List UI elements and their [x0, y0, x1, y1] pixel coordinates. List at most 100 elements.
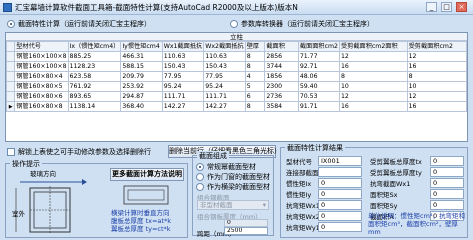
column-header[interactable]: 受剪截面积cm2面积: [338, 41, 408, 52]
unlock-table-checkbox[interactable]: 解锁上表使之可手动修改参数及选择删除行: [7, 147, 151, 157]
column-header[interactable]: Ix（惯性矩cm4）: [67, 41, 122, 52]
table-cell[interactable]: 71.77: [297, 51, 340, 62]
table-cell[interactable]: 91.71: [297, 101, 340, 112]
table-cell[interactable]: 110.63: [203, 51, 246, 62]
table-cell[interactable]: 92.71: [297, 61, 340, 72]
steel-section-select[interactable]: 非型材截面 ▾: [197, 200, 269, 210]
table-row[interactable]: 钢管160×100×8 885.25 466.31 110.63 110.63 8 2856…: [6, 51, 467, 62]
table-cell[interactable]: 761.92: [67, 81, 122, 92]
table-cell[interactable]: 钢管160×80×5: [14, 81, 69, 92]
table-cell[interactable]: 钢管160×100×8: [14, 51, 69, 62]
table-cell[interactable]: 钢管160×80×6: [14, 91, 69, 102]
table-row[interactable]: 钢管160×80×6 893.65 294.87 111.71 111.71 6 2736 7…: [6, 91, 467, 102]
table-cell[interactable]: 142.27: [161, 101, 205, 112]
result-value-field[interactable]: 0: [318, 211, 362, 221]
result-value-field[interactable]: 0: [318, 200, 362, 210]
table-cell[interactable]: 111.71: [161, 91, 205, 102]
table-cell[interactable]: 16: [406, 61, 467, 72]
table-cell[interactable]: 8: [244, 101, 266, 112]
table-cell[interactable]: 95.24: [203, 81, 246, 92]
thickness-input[interactable]: 0: [224, 219, 268, 227]
radio-window-profile[interactable]: 作为门窗的截面型材: [196, 172, 270, 182]
result-value-field[interactable]: 0: [318, 189, 362, 199]
table-cell[interactable]: 466.31: [120, 51, 163, 62]
row-selector[interactable]: ▶: [6, 101, 16, 112]
table-cell[interactable]: 10: [406, 81, 467, 92]
result-value-field[interactable]: 0: [430, 156, 464, 166]
table-cell[interactable]: 12: [406, 51, 467, 62]
minimize-button[interactable]: _: [426, 2, 437, 12]
table-row[interactable]: 钢管160×80×4 623.58 209.79 77.95 77.95 4 1856 48.…: [6, 71, 467, 82]
table-cell[interactable]: 623.58: [67, 71, 122, 82]
table-cell[interactable]: 8: [244, 61, 266, 72]
table-cell[interactable]: 16: [338, 61, 408, 72]
column-header[interactable]: 截面面积cm2: [297, 41, 340, 52]
maximize-button[interactable]: □: [441, 2, 452, 12]
result-value-field[interactable]: IX001: [318, 156, 362, 166]
radio-library-converter[interactable]: 参数库转换器（运行前请关闭汇宝主程序）: [230, 19, 374, 29]
table-cell[interactable]: 885.25: [67, 51, 122, 62]
table-cell[interactable]: 2736: [264, 91, 299, 102]
table-cell[interactable]: 2300: [264, 81, 299, 92]
table-cell[interactable]: 111.71: [203, 91, 246, 102]
table-cell[interactable]: 588.15: [120, 61, 163, 72]
table-cell[interactable]: 2856: [264, 51, 299, 62]
table-cell[interactable]: 钢管160×80×8: [14, 101, 69, 112]
more-methods-button[interactable]: 更多截面计算方法说明: [110, 168, 184, 181]
table-cell[interactable]: 1128.23: [67, 61, 122, 72]
column-header[interactable]: 截面积: [264, 41, 299, 52]
table-cell[interactable]: 4: [244, 71, 266, 82]
table-cell[interactable]: 150.43: [161, 61, 205, 72]
column-header[interactable]: Wx1截面抵抗: [161, 41, 205, 52]
table-cell[interactable]: 6: [244, 91, 266, 102]
table-cell[interactable]: 893.65: [67, 91, 122, 102]
table-cell[interactable]: 59.40: [297, 81, 340, 92]
result-value-field[interactable]: 0: [430, 167, 464, 177]
result-value-field[interactable]: 0: [318, 178, 362, 188]
table-cell[interactable]: 1856: [264, 71, 299, 82]
table-cell[interactable]: 16: [406, 101, 467, 112]
column-header[interactable]: Wx2截面抵抗: [203, 41, 246, 52]
span-input[interactable]: 2500: [224, 227, 268, 235]
profile-table-body[interactable]: 型材代号 Ix（惯性矩cm4） Iy惯性矩cm4 Wx1截面抵抗 Wx2截面抵抗 壁厚 截面…: [6, 41, 467, 112]
result-value-field[interactable]: 0: [430, 178, 464, 188]
row-selector[interactable]: [6, 91, 16, 102]
result-value-field[interactable]: 0: [318, 222, 362, 232]
table-cell[interactable]: 8: [244, 51, 266, 62]
table-cell[interactable]: 16: [338, 101, 408, 112]
table-cell[interactable]: 钢管160×100×8: [14, 61, 69, 72]
table-cell[interactable]: 253.92: [120, 81, 163, 92]
table-cell[interactable]: 294.87: [120, 91, 163, 102]
table-cell[interactable]: 142.27: [203, 101, 246, 112]
row-selector[interactable]: [6, 51, 16, 62]
table-cell[interactable]: 12: [338, 91, 408, 102]
row-selector[interactable]: [6, 71, 16, 82]
table-row[interactable]: ▶ 钢管160×80×8 1138.14 368.40 142.27 142.27 8 358…: [6, 101, 467, 112]
result-value-field[interactable]: [318, 167, 362, 177]
table-cell[interactable]: 12: [406, 91, 467, 102]
table-cell[interactable]: 110.63: [161, 51, 205, 62]
table-cell[interactable]: 钢管160×80×4: [14, 71, 69, 82]
close-button[interactable]: ×: [456, 2, 467, 12]
table-cell[interactable]: 77.95: [203, 71, 246, 82]
table-row[interactable]: 钢管160×80×5 761.92 253.92 95.24 95.24 5 2300 59.…: [6, 81, 467, 92]
table-row[interactable]: 钢管160×100×8 1128.23 588.15 150.43 150.43 8 374…: [6, 61, 467, 72]
radio-section-calc[interactable]: 截面特性计算（运行前请关闭汇宝主程序）: [7, 19, 151, 29]
result-value-field[interactable]: 0: [430, 200, 464, 210]
column-header[interactable]: 壁厚: [244, 41, 266, 52]
table-cell[interactable]: 1138.14: [67, 101, 122, 112]
table-cell[interactable]: 368.40: [120, 101, 163, 112]
table-cell[interactable]: 8: [338, 71, 408, 82]
radio-normal-profile[interactable]: 常规幂截面型材: [196, 162, 256, 172]
row-selector[interactable]: [6, 81, 16, 92]
column-header[interactable]: Iy惯性矩cm4: [120, 41, 163, 52]
profile-table[interactable]: 立柱 型材代号 Ix（惯性矩cm4） Iy惯性矩cm4 Wx1截面抵抗 Wx2截面抵抗壁…: [5, 32, 468, 142]
column-header[interactable]: 型材代号: [14, 41, 69, 52]
table-cell[interactable]: 48.06: [297, 71, 340, 82]
row-selector[interactable]: [6, 61, 16, 72]
table-cell[interactable]: 70.53: [297, 91, 340, 102]
table-cell[interactable]: 8: [406, 71, 467, 82]
table-cell[interactable]: 150.43: [203, 61, 246, 72]
table-cell[interactable]: 3584: [264, 101, 299, 112]
table-cell[interactable]: 10: [338, 81, 408, 92]
